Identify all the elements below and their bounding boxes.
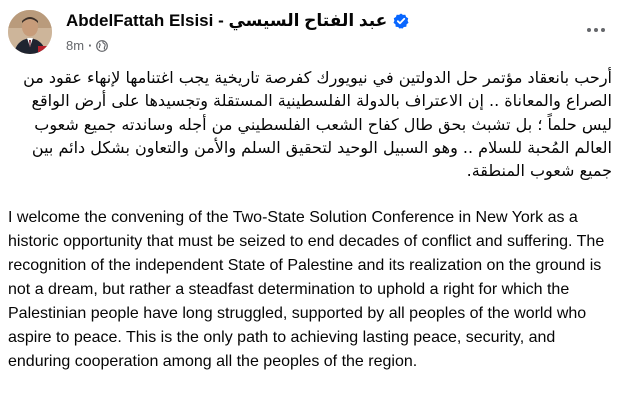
author-row: AbdelFattah Elsisi - عبد الفتاح السيسي <box>66 11 409 31</box>
facebook-post: AbdelFattah Elsisi - عبد الفتاح السيسي 8… <box>0 0 622 400</box>
post-time[interactable]: 8m <box>66 38 84 53</box>
author-name[interactable]: AbdelFattah Elsisi - عبد الفتاح السيسي <box>66 11 387 31</box>
post-text-english: I welcome the convening of the Two-State… <box>8 209 605 370</box>
author-avatar[interactable] <box>8 10 52 54</box>
verified-badge-icon <box>393 13 409 29</box>
more-dot <box>587 28 591 32</box>
globe-icon[interactable] <box>96 39 109 52</box>
more-dot <box>594 28 598 32</box>
avatar-image <box>8 10 52 54</box>
more-dot <box>601 28 605 32</box>
more-options-icon[interactable] <box>582 20 610 40</box>
post-text-arabic: أرحب بانعقاد مؤتمر حل الدولتين في نيويور… <box>23 68 612 181</box>
post-header: AbdelFattah Elsisi - عبد الفتاح السيسي 8… <box>8 6 614 58</box>
meta-separator: · <box>88 38 93 53</box>
post-meta: 8m · <box>66 38 109 53</box>
